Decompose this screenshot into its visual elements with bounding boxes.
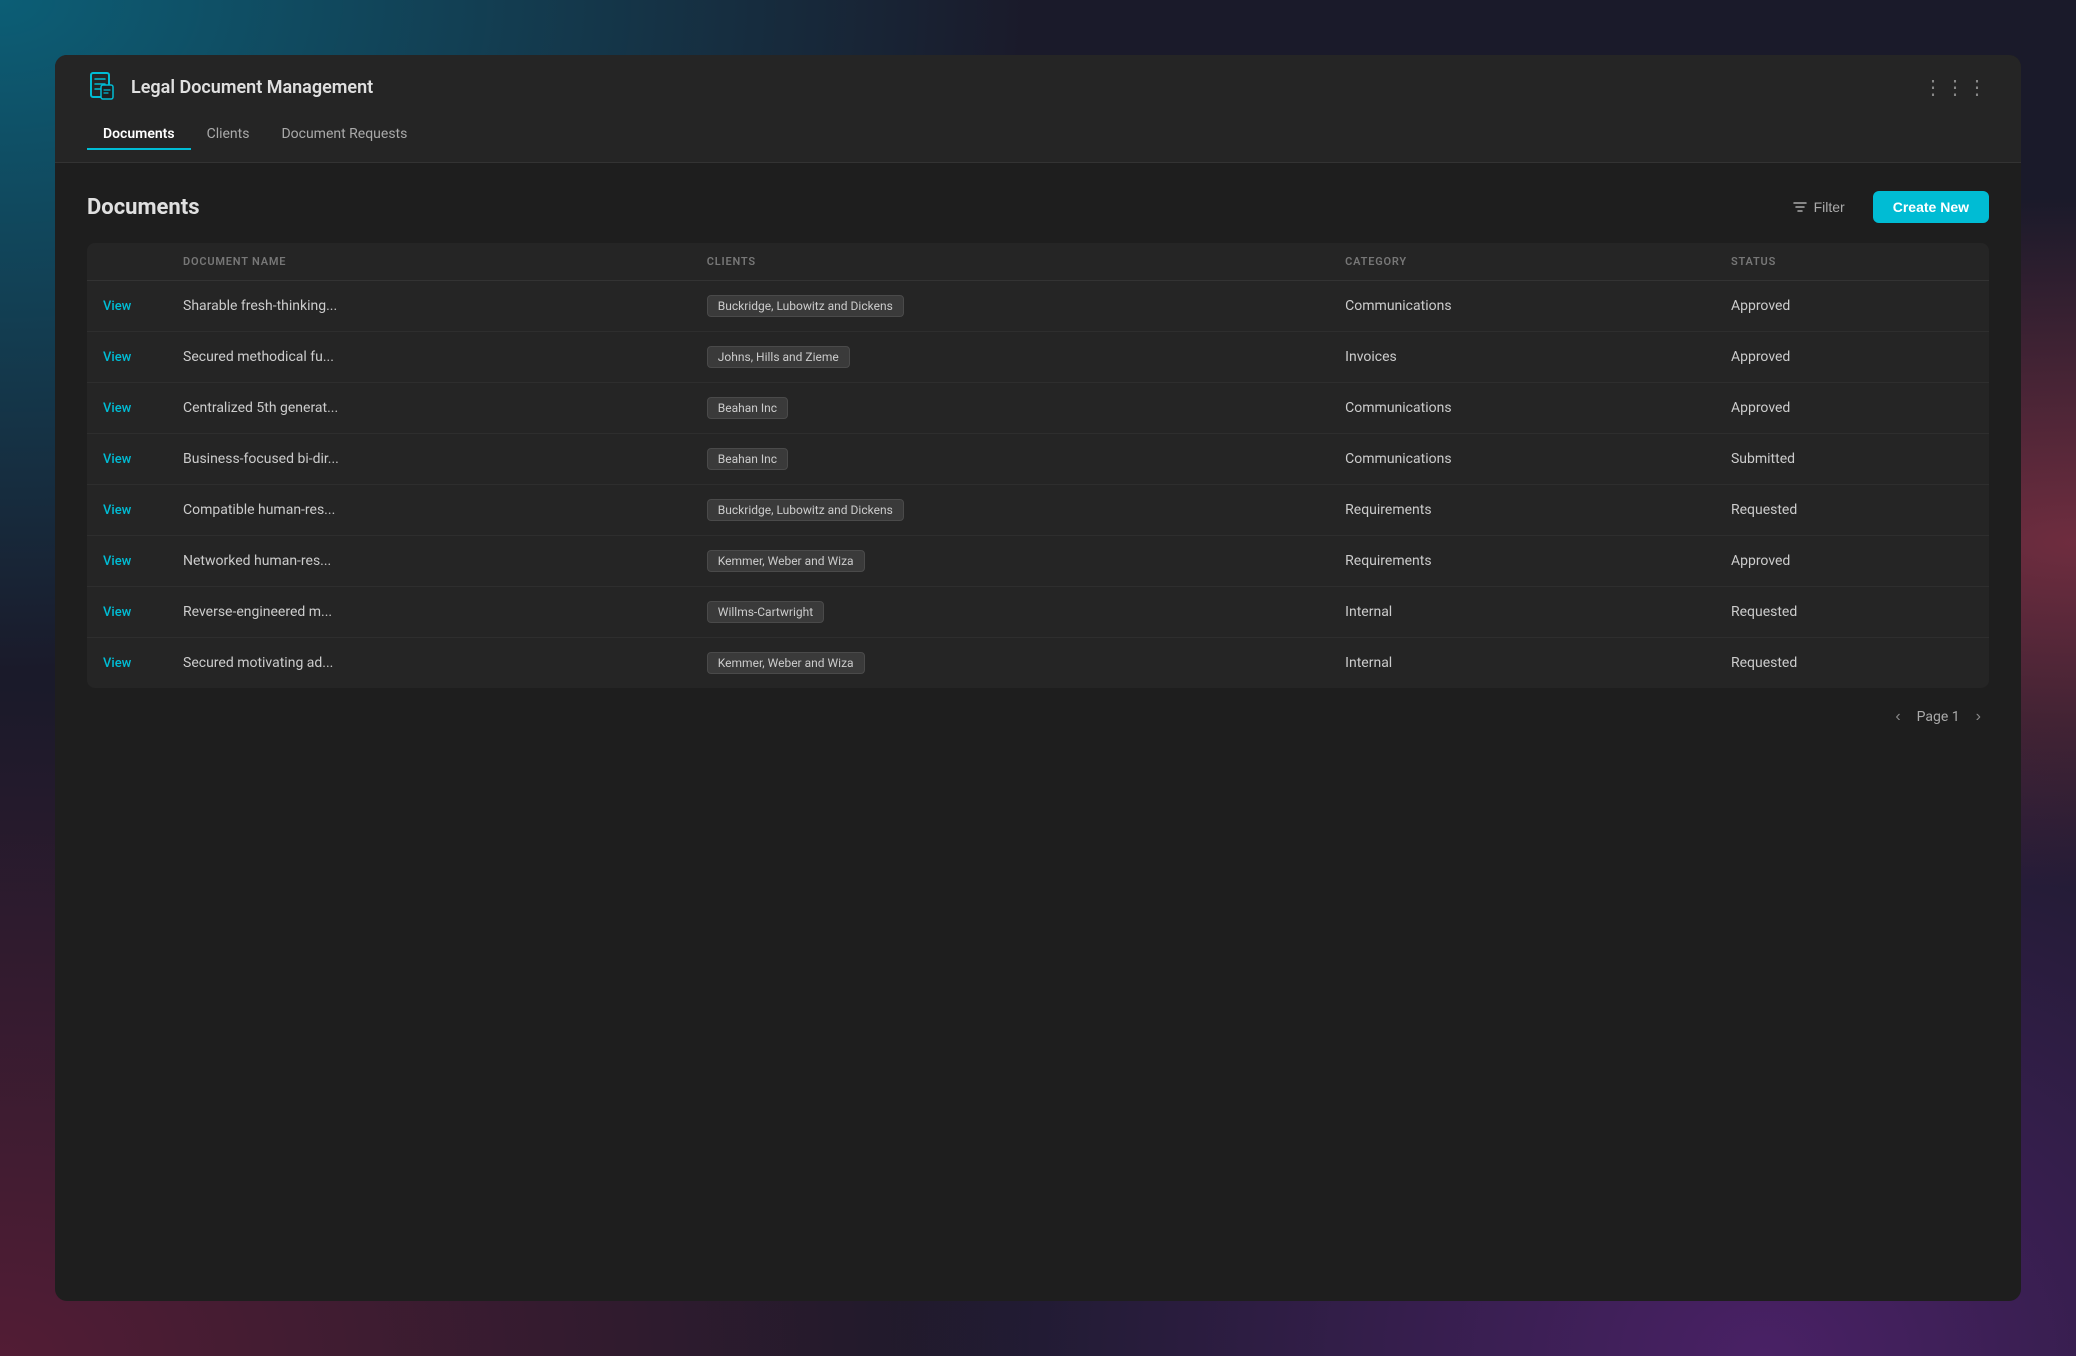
table-row: View Secured methodical fu... Johns, Hil… (87, 332, 1989, 383)
view-cell: View (87, 281, 167, 332)
col-document-name: DOCUMENT NAME (167, 243, 691, 281)
tab-clients[interactable]: Clients (191, 120, 266, 150)
table-row: View Reverse-engineered m... Willms-Cart… (87, 587, 1989, 638)
view-cell: View (87, 536, 167, 587)
view-link[interactable]: View (103, 656, 131, 671)
client-cell: Beahan Inc (691, 434, 1329, 485)
col-clients: CLIENTS (691, 243, 1329, 281)
category-cell: Communications (1329, 281, 1715, 332)
tab-documents[interactable]: Documents (87, 120, 191, 150)
pagination-next[interactable]: › (1968, 704, 1989, 730)
view-link[interactable]: View (103, 350, 131, 365)
view-link[interactable]: View (103, 401, 131, 416)
document-name-cell: Sharable fresh-thinking... (167, 281, 691, 332)
client-badge: Beahan Inc (707, 397, 788, 419)
header-top: Legal Document Management ⋮⋮⋮ (87, 63, 1989, 103)
app-header: Legal Document Management ⋮⋮⋮ Documents … (55, 55, 2021, 163)
view-link[interactable]: View (103, 554, 131, 569)
document-name-cell: Centralized 5th generat... (167, 383, 691, 434)
document-icon (87, 71, 119, 103)
table-header: DOCUMENT NAME CLIENTS CATEGORY STATUS (87, 243, 1989, 281)
grid-dots-icon[interactable]: ⋮⋮⋮ (1923, 75, 1989, 99)
document-name-cell: Reverse-engineered m... (167, 587, 691, 638)
view-link[interactable]: View (103, 299, 131, 314)
page-label: Page 1 (1917, 709, 1960, 725)
client-badge: Beahan Inc (707, 448, 788, 470)
view-cell: View (87, 587, 167, 638)
app-window: Legal Document Management ⋮⋮⋮ Documents … (55, 55, 2021, 1301)
document-name-cell: Networked human-res... (167, 536, 691, 587)
app-title-area: Legal Document Management (87, 71, 373, 103)
view-link[interactable]: View (103, 503, 131, 518)
section-title: Documents (87, 195, 200, 220)
status-cell: Approved (1715, 536, 1989, 587)
col-category: CATEGORY (1329, 243, 1715, 281)
table-row: View Secured motivating ad... Kemmer, We… (87, 638, 1989, 689)
table-body: View Sharable fresh-thinking... Buckridg… (87, 281, 1989, 689)
client-cell: Buckridge, Lubowitz and Dickens (691, 485, 1329, 536)
status-cell: Approved (1715, 383, 1989, 434)
table-row: View Centralized 5th generat... Beahan I… (87, 383, 1989, 434)
view-cell: View (87, 434, 167, 485)
pagination: ‹ Page 1 › (87, 704, 1989, 730)
status-cell: Submitted (1715, 434, 1989, 485)
view-cell: View (87, 332, 167, 383)
category-cell: Internal (1329, 638, 1715, 689)
col-status: STATUS (1715, 243, 1989, 281)
client-badge: Buckridge, Lubowitz and Dickens (707, 499, 904, 521)
table-row: View Sharable fresh-thinking... Buckridg… (87, 281, 1989, 332)
document-name-cell: Secured methodical fu... (167, 332, 691, 383)
client-cell: Beahan Inc (691, 383, 1329, 434)
status-cell: Approved (1715, 281, 1989, 332)
category-cell: Invoices (1329, 332, 1715, 383)
client-badge: Kemmer, Weber and Wiza (707, 550, 865, 572)
table-row: View Business-focused bi-dir... Beahan I… (87, 434, 1989, 485)
view-link[interactable]: View (103, 452, 131, 467)
status-cell: Requested (1715, 485, 1989, 536)
document-name-cell: Business-focused bi-dir... (167, 434, 691, 485)
status-cell: Approved (1715, 332, 1989, 383)
document-name-cell: Compatible human-res... (167, 485, 691, 536)
document-name-cell: Secured motivating ad... (167, 638, 691, 689)
table-row: View Compatible human-res... Buckridge, … (87, 485, 1989, 536)
app-title: Legal Document Management (131, 77, 373, 98)
category-cell: Communications (1329, 383, 1715, 434)
client-badge: Willms-Cartwright (707, 601, 824, 623)
filter-button[interactable]: Filter (1780, 193, 1857, 221)
main-content: Documents Filter Create New DOCUMENT NAM… (55, 163, 2021, 1301)
client-cell: Kemmer, Weber and Wiza (691, 536, 1329, 587)
category-cell: Communications (1329, 434, 1715, 485)
tab-document-requests[interactable]: Document Requests (265, 120, 423, 150)
col-action (87, 243, 167, 281)
client-cell: Buckridge, Lubowitz and Dickens (691, 281, 1329, 332)
filter-icon (1792, 199, 1808, 215)
view-cell: View (87, 383, 167, 434)
view-link[interactable]: View (103, 605, 131, 620)
view-cell: View (87, 638, 167, 689)
category-cell: Requirements (1329, 536, 1715, 587)
category-cell: Requirements (1329, 485, 1715, 536)
status-cell: Requested (1715, 638, 1989, 689)
view-cell: View (87, 485, 167, 536)
category-cell: Internal (1329, 587, 1715, 638)
section-header: Documents Filter Create New (87, 191, 1989, 223)
client-badge: Johns, Hills and Zieme (707, 346, 850, 368)
client-cell: Willms-Cartwright (691, 587, 1329, 638)
client-cell: Johns, Hills and Zieme (691, 332, 1329, 383)
status-cell: Requested (1715, 587, 1989, 638)
client-badge: Buckridge, Lubowitz and Dickens (707, 295, 904, 317)
client-badge: Kemmer, Weber and Wiza (707, 652, 865, 674)
pagination-prev[interactable]: ‹ (1887, 704, 1908, 730)
header-actions: Filter Create New (1780, 191, 1989, 223)
create-new-button[interactable]: Create New (1873, 191, 1989, 223)
client-cell: Kemmer, Weber and Wiza (691, 638, 1329, 689)
table-row: View Networked human-res... Kemmer, Webe… (87, 536, 1989, 587)
nav-tabs: Documents Clients Document Requests (87, 120, 1989, 154)
documents-table: DOCUMENT NAME CLIENTS CATEGORY STATUS Vi… (87, 243, 1989, 688)
